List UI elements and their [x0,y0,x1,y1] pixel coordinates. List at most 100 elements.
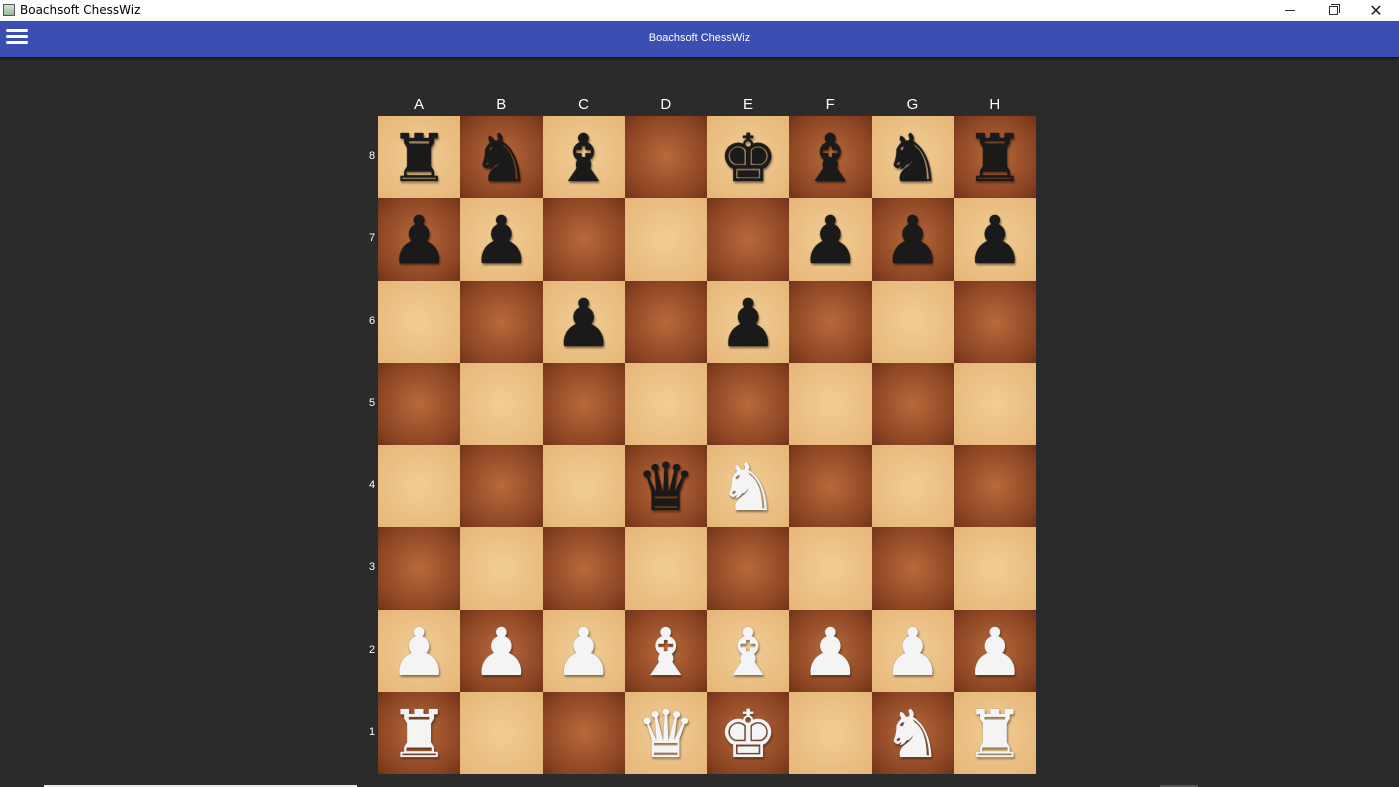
square-g2[interactable]: ♟ [871,609,954,692]
black-knight-icon[interactable]: ♞ [472,126,531,192]
square-c8[interactable]: ♝ [542,116,625,199]
square-a2[interactable]: ♟ [378,609,461,692]
square-b7[interactable]: ♟ [460,198,543,281]
square-h4[interactable] [953,445,1036,528]
square-a3[interactable] [378,527,461,610]
black-knight-icon[interactable]: ♞ [883,126,942,192]
square-h8[interactable]: ♜ [953,116,1036,199]
white-knight-icon[interactable]: ♞ [719,455,778,521]
square-e6[interactable]: ♟ [707,280,790,363]
square-g4[interactable] [871,445,954,528]
square-b5[interactable] [460,362,543,445]
square-d8[interactable] [624,116,707,199]
white-pawn-icon[interactable]: ♟ [883,619,942,686]
white-rook-icon[interactable]: ♜ [390,701,449,768]
black-rook-icon[interactable]: ♜ [965,126,1024,192]
black-pawn-icon[interactable]: ♟ [719,290,778,357]
square-h6[interactable] [953,280,1036,363]
square-h2[interactable]: ♟ [953,609,1036,692]
file-label-a: A [413,96,424,113]
square-h7[interactable]: ♟ [953,198,1036,281]
square-g1[interactable]: ♞ [871,691,954,774]
square-g6[interactable] [871,280,954,363]
square-b3[interactable] [460,527,543,610]
square-h3[interactable] [953,527,1036,610]
square-d2[interactable]: ♝ [624,609,707,692]
square-f5[interactable] [789,362,872,445]
square-e2[interactable]: ♝ [707,609,790,692]
square-b6[interactable] [460,280,543,363]
square-h5[interactable] [953,362,1036,445]
square-g5[interactable] [871,362,954,445]
square-g3[interactable] [871,527,954,610]
close-button[interactable]: ✕ [1354,0,1398,21]
square-c4[interactable] [542,445,625,528]
black-bishop-icon[interactable]: ♝ [554,126,613,192]
white-pawn-icon[interactable]: ♟ [965,619,1024,686]
black-pawn-icon[interactable]: ♟ [801,208,860,274]
white-king-icon[interactable]: ♚ [719,701,778,768]
square-e5[interactable] [707,362,790,445]
square-d4[interactable]: ♛ [624,445,707,528]
square-f3[interactable] [789,527,872,610]
square-f4[interactable] [789,445,872,528]
square-b1[interactable] [460,691,543,774]
square-e3[interactable] [707,527,790,610]
square-d6[interactable] [624,280,707,363]
black-pawn-icon[interactable]: ♟ [390,208,449,274]
black-king-icon[interactable]: ♚ [719,126,778,192]
square-a5[interactable] [378,362,461,445]
square-a6[interactable] [378,280,461,363]
square-a1[interactable]: ♜ [378,691,461,774]
square-c5[interactable] [542,362,625,445]
white-rook-icon[interactable]: ♜ [965,701,1024,768]
square-h1[interactable]: ♜ [953,691,1036,774]
black-bishop-icon[interactable]: ♝ [801,126,860,192]
square-d7[interactable] [624,198,707,281]
square-d5[interactable] [624,362,707,445]
square-e4[interactable]: ♞ [707,445,790,528]
square-f1[interactable] [789,691,872,774]
black-rook-icon[interactable]: ♜ [390,126,449,192]
square-a7[interactable]: ♟ [378,198,461,281]
white-bishop-icon[interactable]: ♝ [636,619,695,686]
black-pawn-icon[interactable]: ♟ [965,208,1024,274]
square-b8[interactable]: ♞ [460,116,543,199]
square-f7[interactable]: ♟ [789,198,872,281]
black-pawn-icon[interactable]: ♟ [883,208,942,274]
restore-button[interactable] [1311,0,1355,21]
file-label-c: C [578,96,589,113]
square-e1[interactable]: ♚ [707,691,790,774]
square-g8[interactable]: ♞ [871,116,954,199]
square-c2[interactable]: ♟ [542,609,625,692]
white-knight-icon[interactable]: ♞ [883,701,942,768]
square-a8[interactable]: ♜ [378,116,461,199]
square-a4[interactable] [378,445,461,528]
square-e7[interactable] [707,198,790,281]
square-c3[interactable] [542,527,625,610]
square-c1[interactable] [542,691,625,774]
black-pawn-icon[interactable]: ♟ [554,290,613,357]
square-g7[interactable]: ♟ [871,198,954,281]
square-f2[interactable]: ♟ [789,609,872,692]
minimize-icon [1285,10,1295,11]
minimize-button[interactable] [1268,0,1312,21]
square-f8[interactable]: ♝ [789,116,872,199]
white-pawn-icon[interactable]: ♟ [801,619,860,686]
white-pawn-icon[interactable]: ♟ [472,619,531,686]
square-f6[interactable] [789,280,872,363]
square-d1[interactable]: ♛ [624,691,707,774]
white-queen-icon[interactable]: ♛ [636,701,695,768]
square-b4[interactable] [460,445,543,528]
square-c7[interactable] [542,198,625,281]
black-queen-icon[interactable]: ♛ [636,455,695,521]
board-grid: ♜ ♞ ♝ ♚ ♝ ♞ ♜ ♟ ♟ ♟ ♟ ♟ ♟ ♟ ♛ ♞ ♟ ♟ ♟ ♝ ♝ ♟ ♟ ♟ ♜ ♛ ♚ ♞ ♜ [378,116,1036,774]
square-b2[interactable]: ♟ [460,609,543,692]
square-d3[interactable] [624,527,707,610]
square-e8[interactable]: ♚ [707,116,790,199]
black-pawn-icon[interactable]: ♟ [472,208,531,274]
white-bishop-icon[interactable]: ♝ [719,619,778,686]
white-pawn-icon[interactable]: ♟ [554,619,613,686]
white-pawn-icon[interactable]: ♟ [390,619,449,686]
square-c6[interactable]: ♟ [542,280,625,363]
